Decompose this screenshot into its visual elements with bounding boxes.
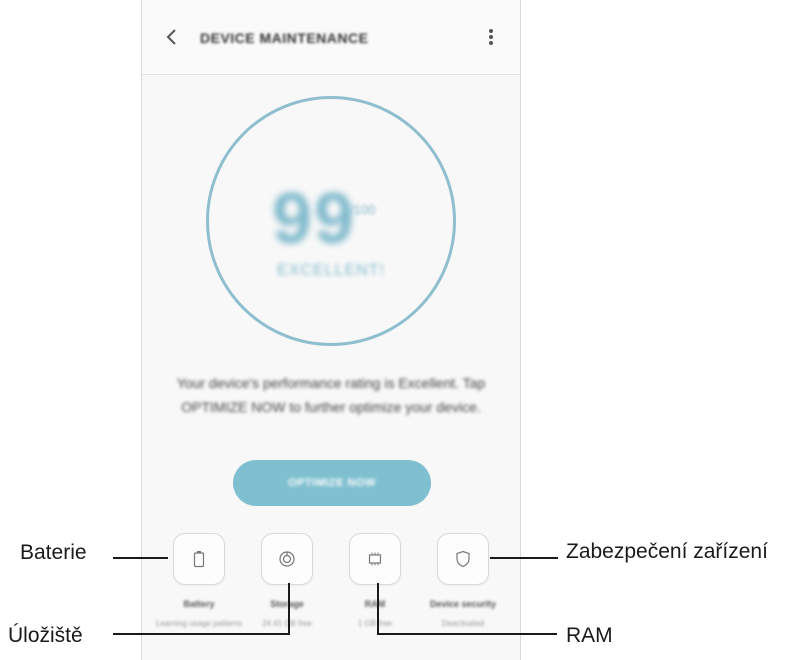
callout-battery: Baterie (20, 541, 87, 564)
score-value: 99 (272, 179, 357, 259)
tile-battery[interactable]: Battery Learning usage patterns (155, 533, 243, 628)
back-button[interactable] (160, 26, 182, 48)
more-options-button[interactable] (480, 26, 502, 48)
score-status: EXCELLENT! (277, 262, 385, 279)
phone-screen: DEVICE MAINTENANCE 99 /100 EXCELLENT! Yo… (141, 0, 521, 660)
app-bar: DEVICE MAINTENANCE (142, 0, 520, 75)
tile-storage-label: Storage (270, 599, 304, 609)
ram-icon (368, 552, 382, 566)
tile-security-status: Deactivated (441, 619, 485, 628)
tile-ram-status: 1 GB free (357, 619, 393, 628)
tile-ram-label: RAM (364, 599, 386, 609)
callout-security-line (490, 557, 558, 559)
storage-icon (279, 551, 295, 567)
optimize-now-label: OPTIMIZE NOW (288, 477, 376, 489)
callout-ram-line-h (377, 633, 557, 635)
callout-security: Zabezpečení zařízení (566, 540, 768, 563)
tile-security-label: Device security (429, 599, 497, 609)
tile-security-icon-box (437, 533, 489, 585)
callout-storage: Úložiště (8, 624, 83, 647)
chevron-left-icon (166, 29, 176, 45)
tile-battery-label: Battery (183, 599, 215, 609)
tile-ram[interactable]: RAM 1 GB free (331, 533, 419, 628)
callout-storage-line-v (288, 583, 290, 635)
tile-device-security[interactable]: Device security Deactivated (419, 533, 507, 628)
tile-ram-icon-box (349, 533, 401, 585)
tile-storage-status: 24.41 GB free (262, 619, 312, 628)
optimize-now-button[interactable]: OPTIMIZE NOW (233, 460, 431, 506)
performance-message: Your device's performance rating is Exce… (176, 375, 486, 415)
callout-storage-line-h (113, 633, 290, 635)
callout-ram: RAM (566, 624, 613, 647)
shield-icon (456, 550, 470, 568)
score-max: /100 (350, 202, 376, 217)
tile-storage-icon-box (261, 533, 313, 585)
battery-icon (193, 551, 205, 568)
tile-battery-status: Learning usage patterns (155, 619, 243, 628)
more-vertical-icon (489, 29, 493, 45)
page-title: DEVICE MAINTENANCE (200, 30, 369, 46)
callout-ram-line-v (377, 583, 379, 635)
tile-storage[interactable]: Storage 24.41 GB free (243, 533, 331, 628)
callout-battery-line (113, 557, 168, 559)
tile-battery-icon-box (173, 533, 225, 585)
